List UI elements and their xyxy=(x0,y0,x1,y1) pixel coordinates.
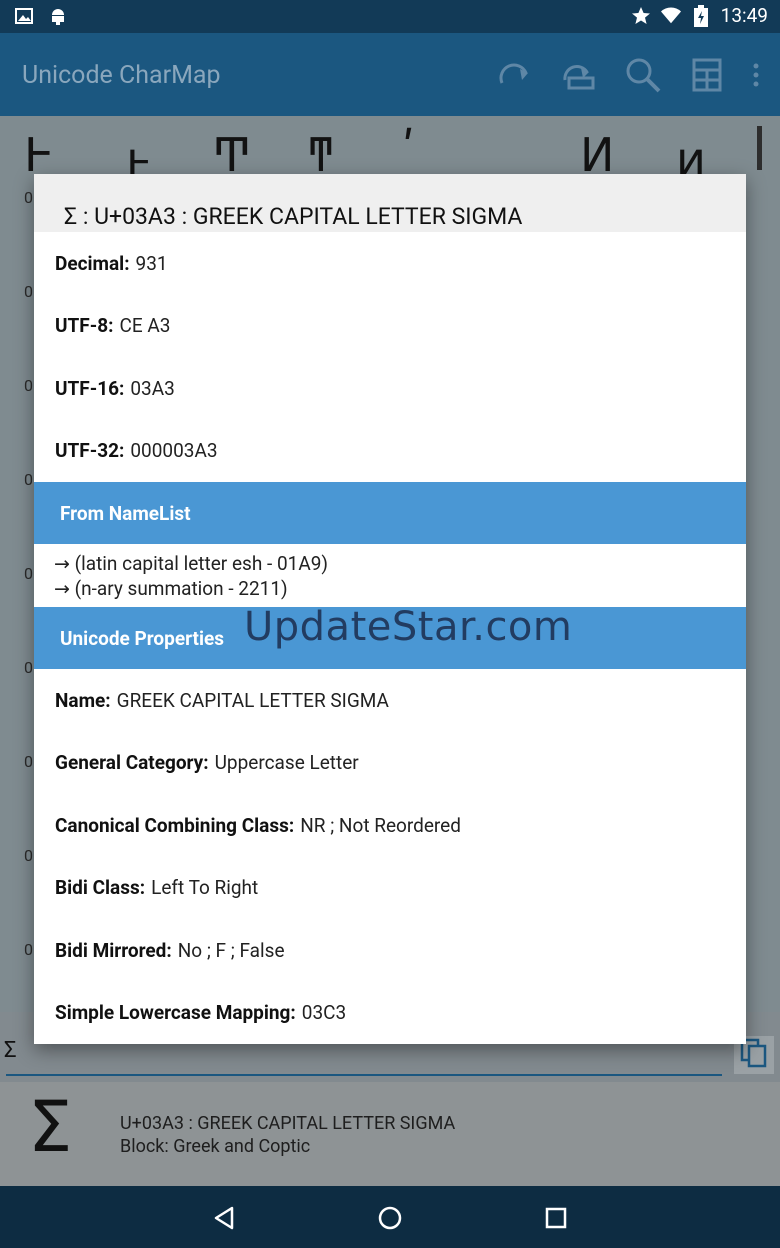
battery-icon xyxy=(691,4,711,27)
row-label: 0 xyxy=(24,564,33,583)
goto-block-icon[interactable] xyxy=(558,55,600,95)
property-row: Canonical Combining Class: NR ; Not Reor… xyxy=(34,794,746,857)
dialog-title: Σ : U+03A3 : GREEK CAPITAL LETTER SIGMA xyxy=(34,174,746,232)
row-label: Bidi Mirrored: xyxy=(55,938,172,962)
row-label: UTF-16: xyxy=(55,376,125,400)
selected-char-name: U+03A3 : GREEK CAPITAL LETTER SIGMA xyxy=(120,1113,456,1134)
row-label: Bidi Class: xyxy=(55,876,146,900)
property-row: Bidi Class: Left To Right xyxy=(34,857,746,920)
image-notification-icon xyxy=(14,6,34,26)
row-value: 931 xyxy=(135,251,168,275)
home-icon[interactable] xyxy=(378,1206,402,1230)
grid-scrollbar[interactable] xyxy=(757,126,762,170)
row-value: Uppercase Letter xyxy=(214,751,359,775)
row-label: Decimal: xyxy=(55,251,130,275)
input-underline xyxy=(6,1074,722,1076)
row-label: 0 xyxy=(24,470,33,489)
decimal-row: Decimal: 931 xyxy=(34,232,746,295)
selected-char-block: Block: Greek and Coptic xyxy=(120,1136,311,1157)
star-icon xyxy=(631,6,651,26)
utf8-row: UTF-8: CE A3 xyxy=(34,295,746,358)
row-label: 0 xyxy=(24,940,33,959)
recents-icon[interactable] xyxy=(544,1206,568,1230)
android-notification-icon xyxy=(48,6,68,26)
char-input-field[interactable]: Σ xyxy=(4,1038,17,1063)
redo-icon[interactable] xyxy=(494,55,536,95)
property-row: Simple Lowercase Mapping: 03C3 xyxy=(34,982,746,1045)
row-value: NR ; Not Reordered xyxy=(300,813,461,837)
row-label: 0 xyxy=(24,658,33,677)
row-label: 0 xyxy=(24,376,33,395)
namelist-item[interactable]: → (n-ary summation - 2211) xyxy=(54,576,746,601)
watermark: UpdateStar.com xyxy=(244,604,573,650)
toolbar xyxy=(494,55,762,95)
row-value: 000003A3 xyxy=(130,439,218,463)
namelist-item[interactable]: → (latin capital letter esh - 01A9) xyxy=(54,551,746,576)
grid-cell[interactable]: ʹ xyxy=(402,122,415,176)
grid-view-icon[interactable] xyxy=(686,55,728,95)
char-info-panel xyxy=(0,1082,780,1186)
wifi-icon xyxy=(660,6,681,26)
row-label: UTF-32: xyxy=(55,439,125,463)
app-bar: Unicode CharMap xyxy=(0,33,780,116)
row-label: 0 xyxy=(24,282,33,301)
row-value: 03A3 xyxy=(130,376,175,400)
row-label: 0 xyxy=(24,752,33,771)
row-label: Canonical Combining Class: xyxy=(55,813,295,837)
row-label: Name: xyxy=(55,688,111,712)
property-row: General Category: Uppercase Letter xyxy=(34,732,746,795)
search-icon[interactable] xyxy=(622,55,664,95)
row-label: Simple Lowercase Mapping: xyxy=(55,1001,296,1025)
row-label: 0 xyxy=(24,188,33,207)
status-bar: 13:49 xyxy=(0,0,780,33)
overflow-menu-icon[interactable] xyxy=(750,55,762,95)
property-row: Bidi Mirrored: No ; F ; False xyxy=(34,919,746,982)
row-value: CE A3 xyxy=(119,314,171,338)
row-value: Left To Right xyxy=(151,876,259,900)
row-value: 03C3 xyxy=(301,1001,347,1025)
row-value: GREEK CAPITAL LETTER SIGMA xyxy=(116,688,389,712)
selected-char-glyph: Σ xyxy=(28,1086,73,1168)
property-row: Name: GREEK CAPITAL LETTER SIGMA xyxy=(34,669,746,732)
namelist-section-header: From NameList xyxy=(34,482,746,544)
row-label: 0 xyxy=(24,846,33,865)
namelist: → (latin capital letter esh - 01A9) → (n… xyxy=(34,544,746,607)
utf16-row: UTF-16: 03A3 xyxy=(34,357,746,420)
row-value: No ; F ; False xyxy=(177,938,285,962)
row-label: General Category: xyxy=(55,751,209,775)
back-icon[interactable] xyxy=(212,1206,236,1230)
status-time: 13:49 xyxy=(720,4,768,27)
row-label: UTF-8: xyxy=(55,314,114,338)
app-title: Unicode CharMap xyxy=(22,61,221,90)
utf32-row: UTF-32: 000003A3 xyxy=(34,420,746,483)
